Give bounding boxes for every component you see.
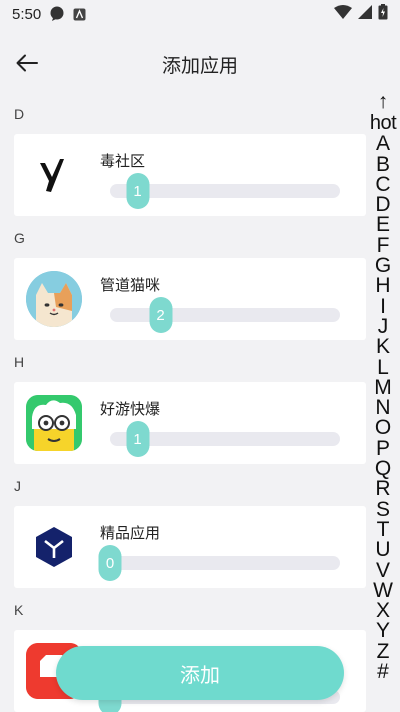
priority-slider[interactable]: 1	[110, 421, 340, 457]
section-letter-k: K	[14, 602, 24, 618]
cat-app-icon	[26, 271, 82, 327]
index-letter-h[interactable]: H	[375, 275, 390, 296]
section-letter-d: D	[14, 106, 25, 122]
index-letter-top[interactable]: ↑	[378, 91, 389, 112]
priority-slider[interactable]: 0	[98, 545, 340, 581]
app-notification-icon	[73, 8, 86, 21]
index-letter-hot[interactable]: hot	[370, 112, 397, 134]
wifi-icon	[334, 5, 352, 23]
index-letter-d[interactable]: D	[375, 194, 390, 215]
index-letter-v[interactable]: V	[376, 559, 390, 581]
index-letter-r[interactable]: R	[375, 478, 390, 499]
index-letter-e[interactable]: E	[376, 214, 390, 235]
index-letter-t[interactable]: T	[377, 519, 390, 540]
section-letter-h: H	[14, 354, 25, 370]
index-letter-b[interactable]: B	[376, 153, 390, 175]
index-letter-g[interactable]: G	[375, 255, 391, 276]
index-letter-f[interactable]: F	[377, 235, 390, 256]
index-letter-m[interactable]: M	[374, 377, 392, 398]
slider-thumb[interactable]: 1	[126, 173, 150, 209]
signal-icon	[358, 5, 372, 23]
section-letter-g: G	[14, 230, 25, 246]
section-letter-j: J	[14, 478, 21, 494]
page-title: 添加应用	[161, 54, 238, 77]
index-letter-hash[interactable]: #	[377, 661, 389, 682]
haoyou-app-icon	[26, 395, 82, 451]
app-card: 管道猫咪 2	[14, 258, 366, 340]
app-card: 好游快爆 1	[14, 382, 366, 464]
arrow-left-icon	[16, 54, 38, 72]
index-letter-s[interactable]: S	[376, 498, 390, 520]
index-letter-a[interactable]: A	[376, 133, 390, 154]
index-letter-y[interactable]: Y	[376, 620, 390, 641]
index-letter-x[interactable]: X	[376, 600, 390, 621]
app-card: 精品应用 0	[14, 506, 366, 588]
dewu-app-icon	[26, 147, 82, 203]
status-time: 5:50	[12, 5, 42, 23]
app-name: 精品应用	[100, 524, 161, 542]
chat-bubble-icon	[49, 6, 65, 22]
alphabet-index-bar[interactable]: ↑ hot A B C D E F G H I J K L M N O P Q R S T U V W X Y Z #	[366, 91, 400, 682]
index-letter-w[interactable]: W	[373, 580, 393, 601]
index-letter-l[interactable]: L	[377, 356, 389, 378]
app-header: 添加应用	[0, 36, 400, 92]
add-button[interactable]: 添加	[56, 646, 344, 700]
slider-thumb[interactable]: 1	[126, 421, 150, 457]
index-letter-u[interactable]: U	[375, 539, 390, 560]
slider-thumb[interactable]: 2	[149, 297, 173, 333]
index-letter-c[interactable]: C	[375, 174, 390, 195]
app-name: 毒社区	[100, 152, 146, 170]
index-letter-j[interactable]: J	[378, 316, 389, 337]
jingpin-app-icon	[26, 519, 82, 575]
index-letter-n[interactable]: N	[375, 397, 390, 418]
status-bar: 5:50	[0, 0, 400, 28]
index-letter-q[interactable]: Q	[375, 458, 391, 479]
battery-icon	[378, 4, 388, 24]
app-card: 毒社区 1	[14, 134, 366, 216]
slider-thumb[interactable]: 0	[98, 545, 122, 581]
index-letter-i[interactable]: I	[380, 296, 386, 317]
app-name: 好游快爆	[100, 400, 161, 418]
app-name: 管道猫咪	[100, 276, 161, 294]
priority-slider[interactable]: 2	[110, 297, 340, 333]
index-letter-k[interactable]: K	[376, 336, 390, 357]
index-letter-o[interactable]: O	[375, 417, 391, 438]
back-button[interactable]	[14, 50, 40, 76]
index-letter-z[interactable]: Z	[377, 641, 390, 662]
index-letter-p[interactable]: P	[376, 438, 390, 459]
priority-slider[interactable]: 1	[110, 173, 340, 209]
